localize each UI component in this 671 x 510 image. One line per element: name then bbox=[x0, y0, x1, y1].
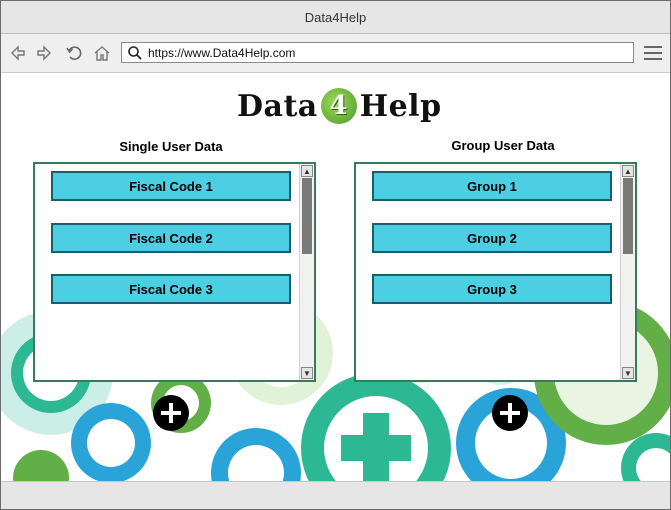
logo-text-before: Data bbox=[237, 88, 318, 124]
scrollbar-thumb[interactable] bbox=[623, 178, 633, 254]
fiscal-code-3-button[interactable]: Fiscal Code 3 bbox=[51, 274, 291, 304]
add-single-user-button[interactable] bbox=[153, 395, 189, 431]
forward-arrow-icon[interactable] bbox=[34, 43, 54, 63]
single-user-list: Fiscal Code 1 Fiscal Code 2 Fiscal Code … bbox=[35, 164, 298, 380]
fiscal-code-1-button[interactable]: Fiscal Code 1 bbox=[51, 171, 291, 201]
data4help-logo: Data 4 Help bbox=[237, 84, 442, 128]
scrollbar-thumb[interactable] bbox=[302, 178, 312, 254]
single-user-panel: Fiscal Code 1 Fiscal Code 2 Fiscal Code … bbox=[33, 162, 316, 382]
url-input[interactable] bbox=[148, 44, 618, 61]
group-user-list: Group 1 Group 2 Group 3 bbox=[356, 164, 619, 380]
group-user-scrollbar[interactable]: ▲ ▼ bbox=[620, 164, 635, 380]
reload-icon[interactable] bbox=[64, 43, 84, 63]
home-icon[interactable] bbox=[92, 43, 112, 63]
logo-text-after: Help bbox=[359, 88, 442, 124]
search-icon bbox=[128, 46, 142, 60]
scroll-down-arrow-icon[interactable]: ▼ bbox=[301, 367, 313, 379]
address-bar[interactable] bbox=[121, 42, 634, 63]
browser-toolbar bbox=[1, 34, 670, 73]
back-arrow-icon[interactable] bbox=[8, 43, 28, 63]
status-bar bbox=[1, 481, 670, 509]
group-3-button[interactable]: Group 3 bbox=[372, 274, 612, 304]
group-user-panel: Group 1 Group 2 Group 3 ▲ ▼ bbox=[354, 162, 637, 382]
scroll-up-arrow-icon[interactable]: ▲ bbox=[622, 165, 634, 177]
page-content: Data 4 Help Single User Data Group User … bbox=[1, 73, 670, 481]
logo-number: 4 bbox=[320, 88, 357, 124]
fiscal-code-2-button[interactable]: Fiscal Code 2 bbox=[51, 223, 291, 253]
single-user-scrollbar[interactable]: ▲ ▼ bbox=[299, 164, 314, 380]
group-user-title: Group User Data bbox=[451, 138, 555, 153]
add-group-button[interactable] bbox=[492, 395, 528, 431]
title-bar: Data4Help bbox=[1, 1, 670, 34]
group-2-button[interactable]: Group 2 bbox=[372, 223, 612, 253]
scroll-up-arrow-icon[interactable]: ▲ bbox=[301, 165, 313, 177]
single-user-title: Single User Data bbox=[119, 139, 223, 154]
menu-icon[interactable] bbox=[644, 44, 662, 60]
browser-window: Data4Help https://www.Data4Help.com Data… bbox=[0, 0, 671, 510]
scroll-down-arrow-icon[interactable]: ▼ bbox=[622, 367, 634, 379]
window-title: Data4Help bbox=[304, 9, 367, 25]
group-1-button[interactable]: Group 1 bbox=[372, 171, 612, 201]
